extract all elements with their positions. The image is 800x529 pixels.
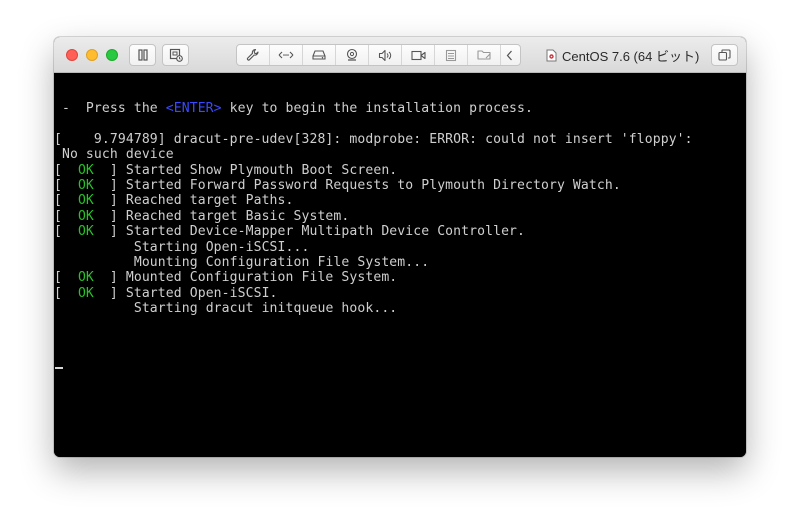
error-line-continued: No such device <box>54 147 174 163</box>
boot-log-line: [ OK ] Started Show Plymouth Boot Screen… <box>54 162 398 178</box>
ok-status: OK <box>77 224 94 240</box>
boot-log-line: [ OK ] Started Forward Password Requests… <box>54 177 621 193</box>
window-title: CentOS 7.6 (64 ビット) <box>546 37 699 73</box>
close-window-button[interactable] <box>66 49 78 61</box>
install-prompt-line: - Press the <ENTER> key to begin the ins… <box>54 101 693 116</box>
ok-status: OK <box>77 177 94 193</box>
sound-icon <box>378 49 393 62</box>
printer-button[interactable] <box>435 45 468 65</box>
ok-status: OK <box>77 162 94 178</box>
boot-log-text: Started Open-iSCSI. <box>125 285 278 301</box>
boot-log-text: Started Forward Password Requests to Ply… <box>125 177 621 193</box>
video-icon <box>410 50 426 61</box>
network-button[interactable] <box>270 45 303 65</box>
chevron-left-icon <box>506 50 513 61</box>
vm-console-screen[interactable]: - Press the <ENTER> key to begin the ins… <box>54 73 746 457</box>
boot-log-line: [ OK ] Reached target Paths. <box>54 193 294 209</box>
camera-icon <box>345 48 359 62</box>
snapshot-button[interactable] <box>162 44 189 66</box>
wrench-icon <box>246 48 260 62</box>
boot-log-text: Started Show Plymouth Boot Screen. <box>125 162 398 178</box>
boot-log-text: Mounted Configuration File System. <box>125 270 398 286</box>
boot-log-text: Starting Open-iSCSI... <box>133 239 310 255</box>
pause-icon <box>137 49 149 61</box>
zoom-window-button[interactable] <box>106 49 118 61</box>
boot-log-text: Started Device-Mapper Multipath Device C… <box>125 224 526 240</box>
printer-icon <box>445 49 457 62</box>
boot-log-line: Starting dracut initqueue hook... <box>54 301 693 316</box>
ok-status: OK <box>77 270 94 286</box>
camera-button[interactable] <box>336 45 369 65</box>
boot-log-line: Mounting Configuration File System... <box>54 255 693 270</box>
fullscreen-icon <box>718 49 731 61</box>
title-bar: CentOS 7.6 (64 ビット) <box>54 37 746 73</box>
shared-folder-icon <box>476 49 492 61</box>
vm-document-icon <box>546 49 557 62</box>
boot-log-line: [ OK ] Reached target Basic System. <box>54 208 350 224</box>
boot-log-text: Reached target Basic System. <box>125 208 350 224</box>
fullscreen-button[interactable] <box>711 44 738 66</box>
minimize-window-button[interactable] <box>86 49 98 61</box>
console-output: - Press the <ENTER> key to begin the ins… <box>54 101 693 316</box>
boot-log-text: Mounting Configuration File System... <box>133 254 430 270</box>
device-toolbar <box>236 44 521 66</box>
boot-log-text: Starting dracut initqueue hook... <box>133 301 398 317</box>
sound-button[interactable] <box>369 45 402 65</box>
disk-icon <box>312 49 326 61</box>
boot-log-line: [ OK ] Started Device-Mapper Multipath D… <box>54 224 526 240</box>
snapshot-icon <box>169 48 183 62</box>
ok-status: OK <box>77 285 94 301</box>
pause-button[interactable] <box>129 44 156 66</box>
settings-button[interactable] <box>237 45 270 65</box>
shared-folder-button[interactable] <box>468 45 501 65</box>
disk-button[interactable] <box>303 45 336 65</box>
vm-window: CentOS 7.6 (64 ビット) - Press the <ENTER> … <box>54 37 746 457</box>
network-icon <box>278 50 294 60</box>
prompt-suffix: key to begin the installation process. <box>221 101 533 116</box>
boot-log-text: Reached target Paths. <box>125 193 294 209</box>
boot-log-line: [ OK ] Mounted Configuration File System… <box>54 270 398 286</box>
enter-key-highlight: <ENTER> <box>165 101 222 116</box>
window-title-text: CentOS 7.6 (64 ビット) <box>562 48 700 64</box>
video-button[interactable] <box>402 45 435 65</box>
ok-status: OK <box>77 208 94 224</box>
text-cursor <box>55 367 63 369</box>
boot-log-line: Starting Open-iSCSI... <box>54 240 693 255</box>
boot-log-line: [ OK ] Started Open-iSCSI. <box>54 285 278 301</box>
ok-status: OK <box>77 193 94 209</box>
error-line: [ 9.794789] dracut-pre-udev[328]: modpro… <box>54 131 693 147</box>
toolbar-collapse-button[interactable] <box>501 45 517 65</box>
prompt-prefix: - Press the <box>54 101 166 116</box>
